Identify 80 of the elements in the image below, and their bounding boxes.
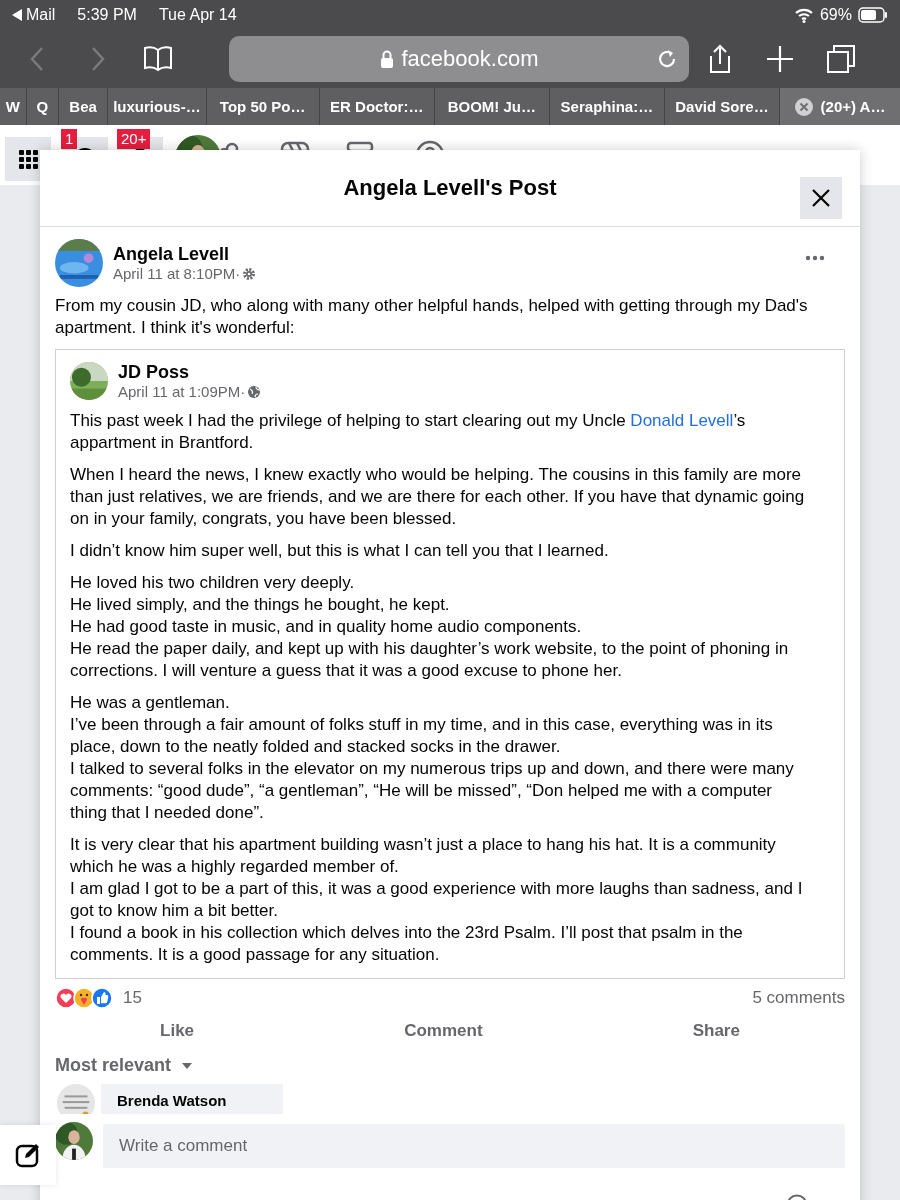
- lock-icon: [379, 50, 394, 68]
- browser-tab[interactable]: Seraphina:…: [549, 88, 665, 125]
- tab-title: W: [5, 98, 20, 115]
- post-sentence: He loved his two children very deeply.: [70, 572, 356, 594]
- name-link[interactable]: Donald Levell: [630, 411, 734, 430]
- clock-time: 5:39 PM: [77, 6, 137, 24]
- commenter-name[interactable]: Brenda Watson: [117, 1092, 227, 1109]
- post-sentence: It is very clear that his apartment building wasn’t just a place to hang his hat. It is a community which he was a highly regarded member of.: [70, 834, 777, 878]
- book-icon[interactable]: [143, 44, 174, 74]
- notification-badge: 1: [61, 129, 78, 149]
- gear-icon: [242, 266, 257, 281]
- edit-icon: [15, 1142, 41, 1168]
- close-icon[interactable]: [794, 97, 813, 116]
- post-sentence: He lived simply, and the things he bought, he kept.: [70, 594, 451, 616]
- browser-tab[interactable]: Bea: [59, 88, 109, 125]
- comment-field[interactable]: Write a comment: [103, 1124, 845, 1168]
- like-reaction-icon: [91, 987, 113, 1009]
- back-triangle-icon: [12, 9, 22, 21]
- dialog-title: Angela Levell's Post: [343, 175, 557, 201]
- post-time[interactable]: April 11 at 1:09PM·: [118, 383, 246, 400]
- browser-tab[interactable]: luxurious-…: [108, 88, 207, 125]
- notification-badge: 20+: [117, 129, 151, 149]
- plus-icon[interactable]: [765, 44, 796, 74]
- battery-icon: [858, 7, 888, 23]
- post-sentence: He had good taste in music, and in quality home audio components.: [70, 616, 583, 638]
- back-to-app-link[interactable]: Mail: [12, 6, 56, 24]
- caret-icon[interactable]: [181, 1061, 194, 1070]
- comment-button[interactable]: Comment: [394, 1017, 493, 1045]
- battery-percent: 69%: [819, 6, 852, 24]
- sort-dropdown[interactable]: Most relevant: [55, 1055, 172, 1076]
- post-sentence: I found a book in his collection which delves into the 23rd Psalm. I’ll post that psalm in the comments. It is a good passage for any situation.: [70, 922, 744, 966]
- author-name[interactable]: Angela Levell: [113, 244, 257, 265]
- post-sentence: I didn’t know him super well, but this is what I can tell you that I learned.: [70, 540, 610, 562]
- post-text: From my cousin JD, who along with many other helpful hands, helped with getting through my Dad's apartment. I think it's wonderful:: [55, 295, 809, 339]
- browser-tab[interactable]: ER Doctor:…: [319, 88, 435, 125]
- compose-button[interactable]: [0, 1125, 56, 1185]
- browser-tab[interactable]: Top 50 Po…: [206, 88, 320, 125]
- tab-title: (20+) A…: [820, 98, 886, 115]
- url-text: facebook.com: [401, 46, 539, 72]
- post-sentence: He was a gentleman.: [70, 692, 231, 714]
- post-sentence: I’ve been through a fair amount of folks stuff in my time, and in this case, everything was in its place, down to the neatly folded and stacked socks in the drawer.: [70, 714, 774, 758]
- comment-count[interactable]: 5 comments: [752, 988, 845, 1008]
- reaction-count[interactable]: 15: [123, 988, 142, 1008]
- address-bar[interactable]: facebook.com: [229, 36, 689, 82]
- profile-avatar[interactable]: [55, 1122, 93, 1160]
- tab-title: Q: [36, 98, 49, 115]
- author-avatar[interactable]: [55, 239, 103, 287]
- tab-title: Top 50 Po…: [219, 98, 306, 115]
- tab-title: David Sore…: [675, 98, 769, 115]
- author-name[interactable]: JD Poss: [118, 362, 262, 383]
- browser-tab[interactable]: W: [0, 88, 27, 125]
- date: Tue Apr 14: [158, 6, 237, 24]
- tab-title: BOOM! Ju…: [447, 98, 536, 115]
- grid-icon: [18, 149, 38, 169]
- browser-tab[interactable]: (20+) A…: [780, 88, 900, 125]
- close-icon: [811, 188, 831, 208]
- post-sentence: This past week I had the privilege of helping to start clearing out my Uncle Donald Levell’s appartment in Brantford.: [70, 410, 747, 454]
- browser-tab[interactable]: Q: [26, 88, 60, 125]
- post-sentence: He read the paper daily, and kept up with his daughter’s work website, to the point of phoning in corrections. I will venture a guess that it was a good excuse to phone her.: [70, 638, 790, 682]
- browser-tab[interactable]: David Sore…: [664, 88, 780, 125]
- post-sentence: I talked to several folks in the elevator on my numerous trips up and down, and there were many comments: “good dude”, “a gentleman”, “He will be missed”, “Don helped me with a computer thing that I needed done”.: [70, 758, 795, 824]
- tab-title: luxurious-…: [113, 98, 201, 115]
- share-button[interactable]: Share: [682, 1017, 750, 1045]
- care-reaction-icon: [73, 987, 95, 1009]
- author-avatar[interactable]: [70, 362, 108, 400]
- wifi-icon: [793, 7, 814, 23]
- love-reaction-icon: [55, 987, 77, 1009]
- tabs-icon[interactable]: [825, 44, 856, 74]
- commenter-avatar[interactable]: [57, 1084, 95, 1114]
- like-button[interactable]: Like: [150, 1017, 205, 1045]
- post-time[interactable]: April 11 at 8:10PM·: [113, 265, 241, 282]
- post-sentence: When I heard the news, I knew exactly who would be helping. The cousins in this family are more than just relatives, we are friends, and we are there for each other. If you have that dynamic going on in your family, congrats, you have been blessed.: [70, 464, 805, 530]
- more-options-icon[interactable]: [805, 255, 825, 261]
- tab-title: ER Doctor:…: [330, 98, 424, 115]
- post-sentence: I am glad I got to be a part of this, it was a good experience with more laughs than sadness, and I got to know him a bit better.: [70, 878, 804, 922]
- browser-tab[interactable]: BOOM! Ju…: [434, 88, 550, 125]
- tab-title: Seraphina:…: [560, 98, 654, 115]
- tab-title: Bea: [69, 98, 97, 115]
- globe-icon: [247, 384, 262, 399]
- close-button[interactable]: [800, 177, 842, 219]
